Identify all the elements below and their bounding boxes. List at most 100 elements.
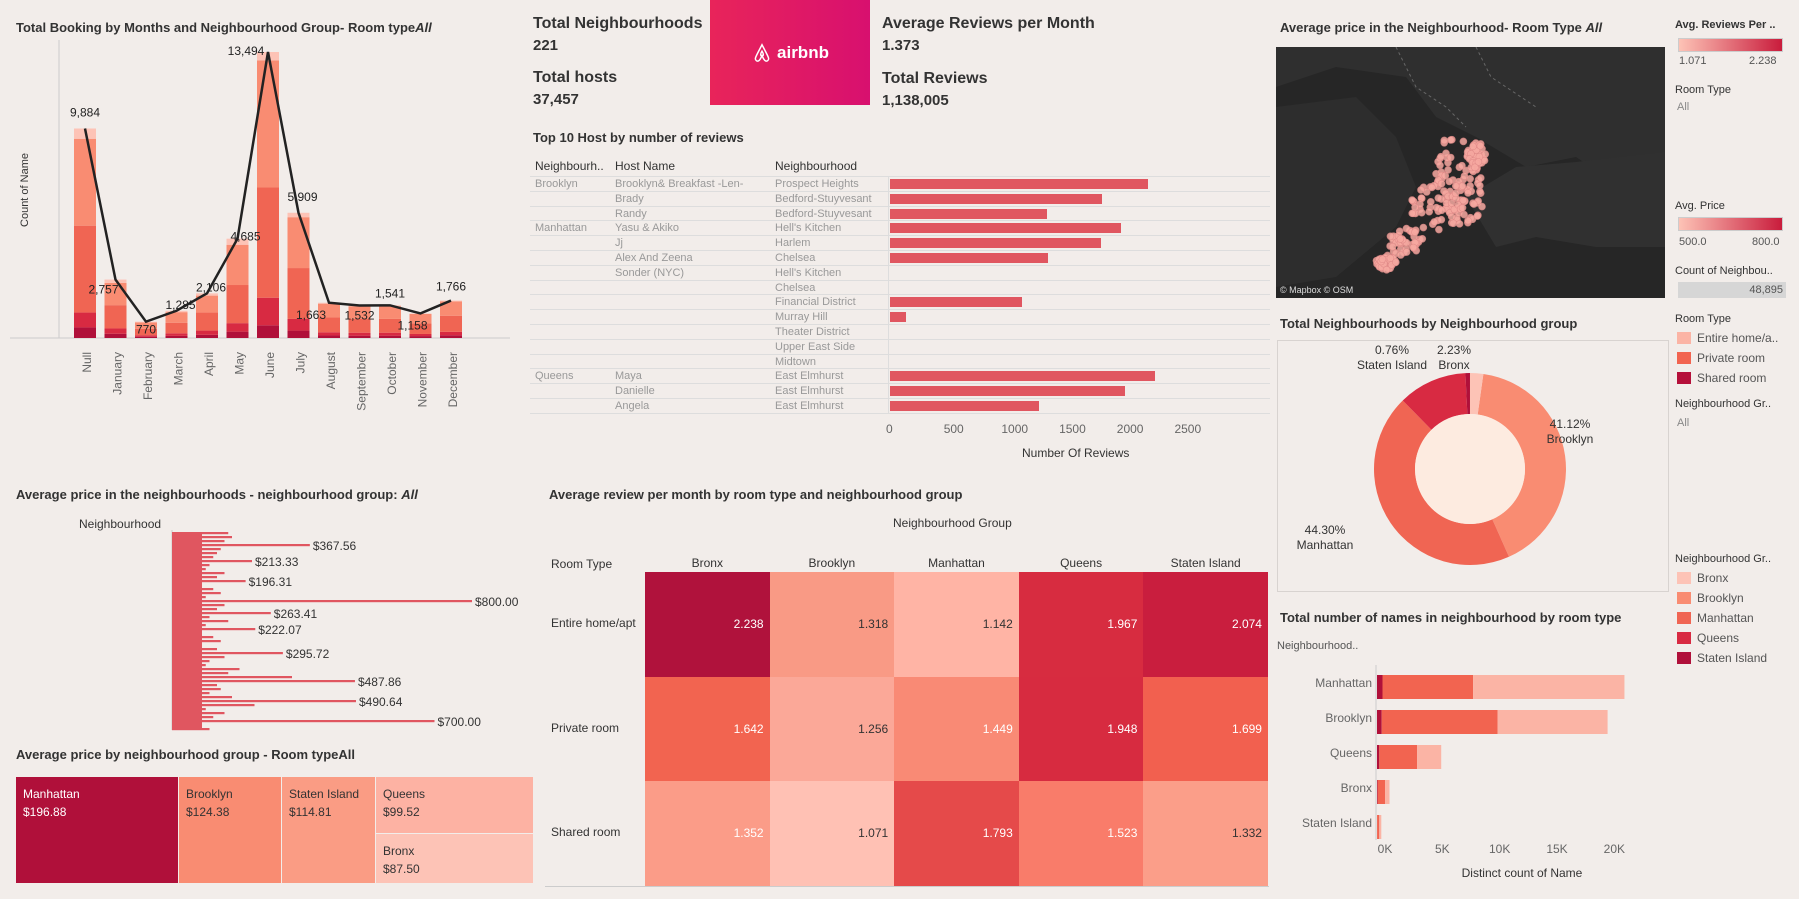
heatmap-cell[interactable]: 1.967 <box>1018 572 1144 677</box>
room-type-filter-value[interactable]: All <box>1677 101 1689 113</box>
donut-label-name: Brooklyn <box>1547 432 1594 446</box>
host-row[interactable]: Alex And Zeena Chelsea <box>530 250 1270 265</box>
host-bar <box>890 253 1049 263</box>
host-neighbourhood: Hell's Kitchen <box>775 266 842 279</box>
host-row[interactable]: Financial District <box>530 294 1270 309</box>
bookings-x-tick: October <box>385 352 399 395</box>
price-neigh-bar <box>172 556 214 559</box>
host-row[interactable]: Manhattan Yasu & Akiko Hell's Kitchen <box>530 220 1270 235</box>
avg-price-max: 800.0 <box>1752 236 1780 248</box>
treemap-cell-value: $99.52 <box>383 805 420 819</box>
names-xlabel: Distinct count of Name <box>1462 866 1583 880</box>
host-row[interactable]: Jj Harlem <box>530 235 1270 250</box>
bookings-bar-segment <box>165 335 188 338</box>
kpi-total-reviews: Total Reviews 1,138,005 <box>882 70 988 109</box>
bookings-bar-segment <box>104 333 127 338</box>
names-bar-segment <box>1379 815 1382 839</box>
treemap-title: Average price by neighbourhood group - R… <box>16 747 355 762</box>
host-row[interactable]: Queens Maya East Elmhurst <box>530 368 1270 383</box>
price-neigh-bar <box>172 688 221 691</box>
price-neigh-bar <box>172 656 225 659</box>
donut-hole <box>1415 414 1525 524</box>
heatmap-cell[interactable]: 1.352 <box>645 781 770 886</box>
treemap-cell[interactable]: Queens $99.52 <box>376 777 533 833</box>
bookings-title: Total Booking by Months and Neighbourhoo… <box>16 20 432 35</box>
treemap-cell[interactable]: Manhattan $196.88 <box>16 777 178 883</box>
treemap-cell-name: Staten Island <box>289 787 360 801</box>
bookings-bar-segment <box>257 297 279 326</box>
heatmap-cell[interactable]: 2.238 <box>645 572 770 677</box>
host-row[interactable]: Angela East Elmhurst <box>530 398 1270 413</box>
heatmap-cell[interactable]: 1.793 <box>894 781 1019 886</box>
heatmap-cell[interactable]: 1.142 <box>894 572 1019 677</box>
heatmap-cell[interactable]: 2.074 <box>1143 572 1268 677</box>
airbnb-logo-text: airbnb <box>777 42 829 62</box>
bookings-bar-segment <box>318 335 340 338</box>
room-type-filter-label: Room Type <box>1675 84 1732 96</box>
map-listing-dot <box>1436 161 1444 170</box>
treemap-cell[interactable]: Brooklyn $124.38 <box>179 777 281 883</box>
bookings-bar-segment <box>74 138 96 226</box>
map-listing-dot <box>1446 153 1455 162</box>
heatmap-col-label: Staten Island <box>1170 556 1241 570</box>
map-listing-dot <box>1446 136 1455 144</box>
ng-filter-value[interactable]: All <box>1677 417 1689 429</box>
treemap-cell[interactable]: Staten Island $114.81 <box>282 777 375 883</box>
map-listing-dot <box>1471 163 1479 172</box>
host-row[interactable]: Midtown <box>530 353 1270 369</box>
host-bar <box>890 312 907 323</box>
bookings-bar-segment <box>257 60 279 188</box>
heatmap-cell[interactable]: 1.523 <box>1018 781 1144 886</box>
host-row[interactable]: Danielle East Elmhurst <box>530 383 1270 398</box>
heatmap-cell[interactable]: 1.642 <box>645 676 770 781</box>
host-row[interactable]: Chelsea <box>530 279 1270 295</box>
host-row[interactable]: Brady Bedford-Stuyvesant <box>530 190 1270 206</box>
map-listing-dot <box>1419 223 1428 232</box>
host-row[interactable]: Brooklyn Brooklyn& Breakfast -Len- Prospec… <box>530 176 1270 191</box>
count-box: 48,895 <box>1678 282 1786 298</box>
map-listing-dot <box>1417 208 1426 217</box>
hosts-col-neigh: Neighbourhood <box>775 159 858 173</box>
host-row[interactable]: Murray Hill <box>530 309 1270 324</box>
treemap-cell-value: $114.81 <box>289 805 332 819</box>
heatmap-cell[interactable]: 1.071 <box>769 781 895 886</box>
kpi-total-reviews-value: 1,138,005 <box>882 92 949 109</box>
map-listing-dot <box>1444 166 1452 174</box>
price-neigh-label: $487.86 <box>358 675 402 689</box>
treemap-cell-name: Bronx <box>383 844 415 858</box>
host-row[interactable]: Theater District <box>530 324 1270 339</box>
map-listing-dot <box>1411 203 1419 212</box>
host-row[interactable]: Sonder (NYC) Hell's Kitchen <box>530 264 1270 280</box>
map-listing-dot <box>1435 225 1443 234</box>
heatmap-col-label: Brooklyn <box>808 556 856 570</box>
map-listing-dot <box>1476 181 1484 190</box>
ng-legend-label: Queens <box>1697 631 1740 645</box>
map-listing-dot <box>1476 174 1485 182</box>
host-row[interactable]: Upper East Side <box>530 338 1270 354</box>
price-neigh-bar <box>172 636 214 639</box>
heatmap-cell[interactable]: 1.318 <box>769 572 895 677</box>
price-neigh-bar <box>172 680 355 683</box>
heatmap-cell[interactable]: 1.449 <box>894 676 1019 781</box>
host-bar <box>890 179 1149 189</box>
map-listing-dot <box>1470 200 1478 208</box>
map-listing-dot <box>1409 243 1418 252</box>
heatmap-cell[interactable]: 1.699 <box>1143 676 1268 781</box>
room-legend-label: Entire home/a.. <box>1697 331 1779 345</box>
airbnb-logo: airbnb <box>710 0 870 105</box>
bookings-x-tick: September <box>355 352 369 411</box>
price-neigh-bar <box>172 668 240 671</box>
host-name: Jj <box>615 237 623 250</box>
heatmap-row-label: Shared room <box>551 825 621 840</box>
names-x-tick: 5K <box>1435 842 1450 856</box>
map-listing-dot <box>1445 177 1454 186</box>
map[interactable]: © Mapbox © OSM <box>1276 47 1665 298</box>
host-neighbourhood: Bedford-Stuyvesant <box>775 192 872 205</box>
heatmap-cell[interactable]: 1.256 <box>769 676 895 781</box>
ng-legend-title: Neighbourhood Gr.. <box>1675 553 1772 565</box>
host-row[interactable]: Randy Bedford-Stuyvesant <box>530 205 1270 221</box>
heatmap-cell[interactable]: 1.948 <box>1018 676 1144 781</box>
heatmap-cell[interactable]: 1.332 <box>1143 781 1268 886</box>
treemap-cell[interactable]: Bronx $87.50 <box>376 834 533 883</box>
map-listing-dot <box>1396 235 1405 243</box>
